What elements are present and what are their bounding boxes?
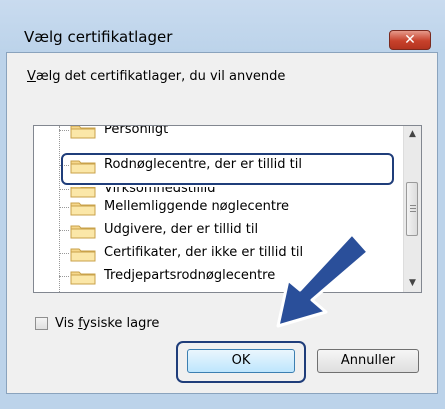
folder-icon (70, 126, 96, 139)
ok-button[interactable]: OK (187, 349, 295, 373)
dialog-title: Vælg certifikatlager (24, 28, 173, 46)
vertical-scrollbar[interactable]: ▲ ▼ (403, 126, 421, 292)
tree-branch (59, 207, 69, 208)
tree-branch (59, 130, 69, 131)
tree-item-label: Personligt (104, 125, 169, 137)
tree-item-mellemliggende[interactable]: Mellemliggende nøglecentre (34, 197, 394, 217)
tree-branch (59, 189, 69, 190)
instruction-text: Vælg det certifikatlager, du vil anvende (27, 69, 285, 84)
dialog-window: Vælg certifikatlager ✕ Vælg det certifik… (0, 0, 445, 409)
scroll-up-icon[interactable]: ▲ (404, 126, 421, 143)
tree-branch (59, 276, 69, 277)
instruction-label: ælg det certifikatlager, du vil anvende (35, 69, 286, 84)
scroll-thumb[interactable] (406, 182, 418, 236)
tree-item-label: Mellemliggende nøglecentre (104, 199, 290, 214)
folder-icon (70, 202, 96, 216)
title-bar[interactable]: Vælg certifikatlager ✕ (0, 0, 445, 52)
folder-icon (70, 271, 96, 285)
tree-item-personligt[interactable]: Personligt (34, 125, 394, 140)
cancel-button[interactable]: Annuller (317, 349, 419, 373)
label-rest: ysiske lagre (82, 316, 160, 331)
show-physical-stores-label: Vis fysiske lagre (55, 315, 159, 333)
scroll-down-icon[interactable]: ▼ (404, 275, 421, 292)
instruction-mnemonic: V (27, 69, 36, 84)
grip-line (410, 211, 416, 212)
folder-icon (70, 225, 96, 239)
close-button[interactable]: ✕ (389, 30, 431, 50)
tree-branch (59, 253, 69, 254)
close-icon: ✕ (404, 32, 416, 48)
dialog-body: Vælg det certifikatlager, du vil anvende… (6, 52, 438, 394)
pointer-arrow-icon (276, 232, 370, 328)
tree-branch (59, 230, 69, 231)
grip-line (410, 208, 416, 209)
selection-highlight (61, 153, 394, 185)
show-physical-stores-checkbox[interactable] (35, 317, 48, 330)
folder-icon (70, 248, 96, 262)
grip-line (410, 205, 416, 206)
label-prefix: Vis (55, 316, 79, 331)
